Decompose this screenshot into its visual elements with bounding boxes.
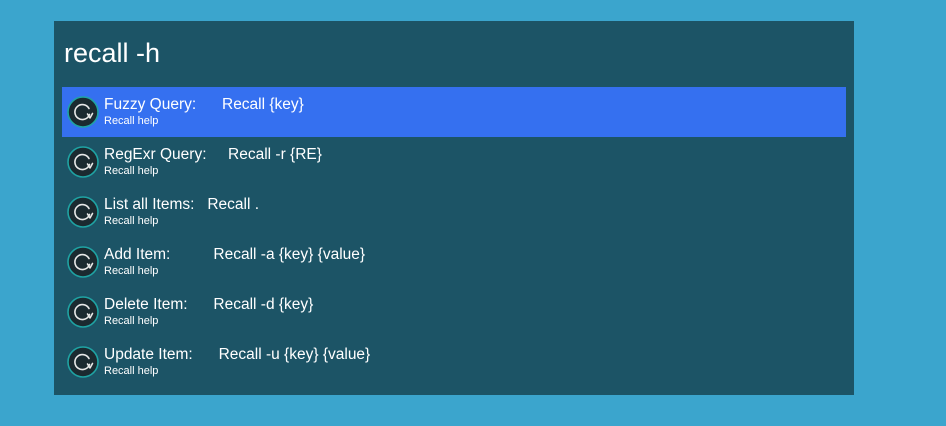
result-item-delete-item[interactable]: Delete Item: Recall -d {key} Recall help	[62, 287, 846, 337]
refresh-icon	[67, 196, 99, 228]
launcher-window: recall -h Fuzzy Query: Recall {key} Reca…	[54, 21, 854, 395]
refresh-icon	[67, 146, 99, 178]
result-item-regexr-query[interactable]: RegExr Query: Recall -r {RE} Recall help	[62, 137, 846, 187]
result-item-add-item[interactable]: Add Item: Recall -a {key} {value} Recall…	[62, 237, 846, 287]
result-title: RegExr Query: Recall -r {RE}	[104, 146, 322, 163]
result-item-fuzzy-query[interactable]: Fuzzy Query: Recall {key} Recall help	[62, 87, 846, 137]
refresh-icon	[67, 346, 99, 378]
result-item-list-all-items[interactable]: List all Items: Recall . Recall help	[62, 187, 846, 237]
result-subtitle: Recall help	[104, 115, 159, 127]
query-input[interactable]: recall -h	[64, 37, 160, 69]
result-subtitle: Recall help	[104, 265, 159, 277]
result-title: Fuzzy Query: Recall {key}	[104, 96, 304, 113]
results-list: Fuzzy Query: Recall {key} Recall help Re…	[62, 87, 846, 387]
result-title: List all Items: Recall .	[104, 196, 260, 213]
refresh-icon	[67, 246, 99, 278]
refresh-icon	[67, 96, 99, 128]
result-title: Add Item: Recall -a {key} {value}	[104, 246, 366, 263]
result-title: Update Item: Recall -u {key} {value}	[104, 346, 371, 363]
result-item-update-item[interactable]: Update Item: Recall -u {key} {value} Rec…	[62, 337, 846, 387]
result-subtitle: Recall help	[104, 315, 159, 327]
result-subtitle: Recall help	[104, 365, 159, 377]
refresh-icon	[67, 296, 99, 328]
result-subtitle: Recall help	[104, 165, 159, 177]
result-subtitle: Recall help	[104, 215, 159, 227]
result-title: Delete Item: Recall -d {key}	[104, 296, 314, 313]
